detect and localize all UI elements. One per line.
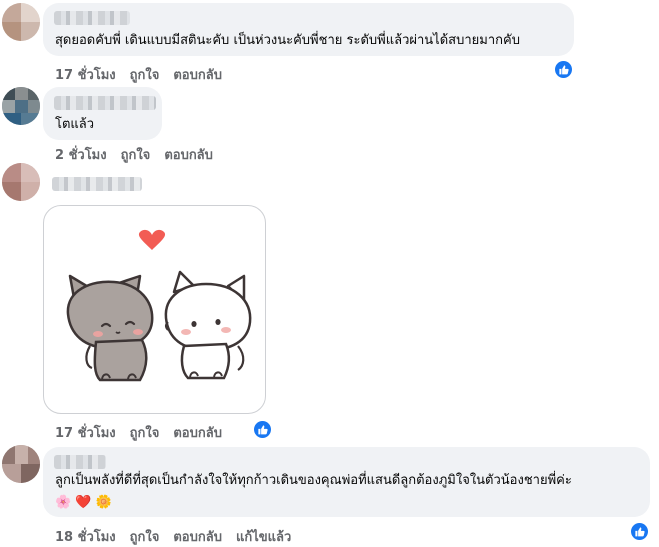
thumbs-up-icon[interactable]: [254, 421, 271, 438]
like-link[interactable]: ถูกใจ: [121, 144, 151, 165]
grey-cat: [66, 274, 154, 382]
like-link[interactable]: ถูกใจ: [130, 422, 160, 443]
avatar[interactable]: [2, 87, 40, 125]
comment-time[interactable]: 17 ชั่วโมง: [55, 64, 116, 85]
reply-link[interactable]: ตอบกลับ: [164, 144, 213, 165]
comment-text: ลูกเป็นพลังที่ดีที่สุดเป็นกำลังใจให้ทุกก…: [55, 473, 572, 488]
avatar[interactable]: [2, 3, 40, 41]
comment-actions: 17 ชั่วโมง ถูกใจ ตอบกลับ: [55, 64, 222, 85]
white-cat: [164, 270, 252, 380]
comment-actions: 17 ชั่วโมง ถูกใจ ตอบกลับ: [55, 422, 222, 443]
edited-label[interactable]: แก้ไขแล้ว: [236, 526, 291, 547]
reply-link[interactable]: ตอบกลับ: [173, 64, 222, 85]
comment-emojis: 🌸 ❤️ 🌼: [55, 494, 112, 512]
reply-link[interactable]: ตอบกลับ: [173, 422, 222, 443]
commenter-name-blurred[interactable]: [52, 177, 142, 191]
thumbs-up-icon[interactable]: [631, 523, 648, 540]
comment-time[interactable]: 18 ชั่วโมง: [55, 526, 116, 547]
heart-emoji: ❤️: [75, 495, 92, 510]
blossom-emoji: 🌼: [95, 495, 112, 510]
comment-text: สุดยอดคับพี่ เดินแบบมีสตินะคับ เป็นห่วงน…: [55, 33, 520, 48]
avatar[interactable]: [2, 163, 40, 201]
like-link[interactable]: ถูกใจ: [130, 526, 160, 547]
commenter-name-blurred[interactable]: [54, 11, 130, 25]
avatar[interactable]: [2, 445, 40, 483]
comment-actions: 18 ชั่วโมง ถูกใจ ตอบกลับ แก้ไขแล้ว: [55, 526, 291, 547]
reply-link[interactable]: ตอบกลับ: [173, 526, 222, 547]
commenter-name-blurred[interactable]: [54, 96, 156, 110]
two-cats-kiss-heart-sticker[interactable]: [43, 205, 266, 414]
heart-icon: [138, 229, 166, 250]
thumbs-up-icon[interactable]: [555, 61, 572, 78]
like-link[interactable]: ถูกใจ: [130, 64, 160, 85]
comment-text: โตแล้ว: [55, 117, 95, 132]
comment-time[interactable]: 2 ชั่วโมง: [55, 144, 107, 165]
comment-time[interactable]: 17 ชั่วโมง: [55, 422, 116, 443]
comment-actions: 2 ชั่วโมง ถูกใจ ตอบกลับ: [55, 144, 213, 165]
flower-emoji: 🌸: [55, 495, 72, 510]
commenter-name-blurred[interactable]: [54, 455, 106, 469]
